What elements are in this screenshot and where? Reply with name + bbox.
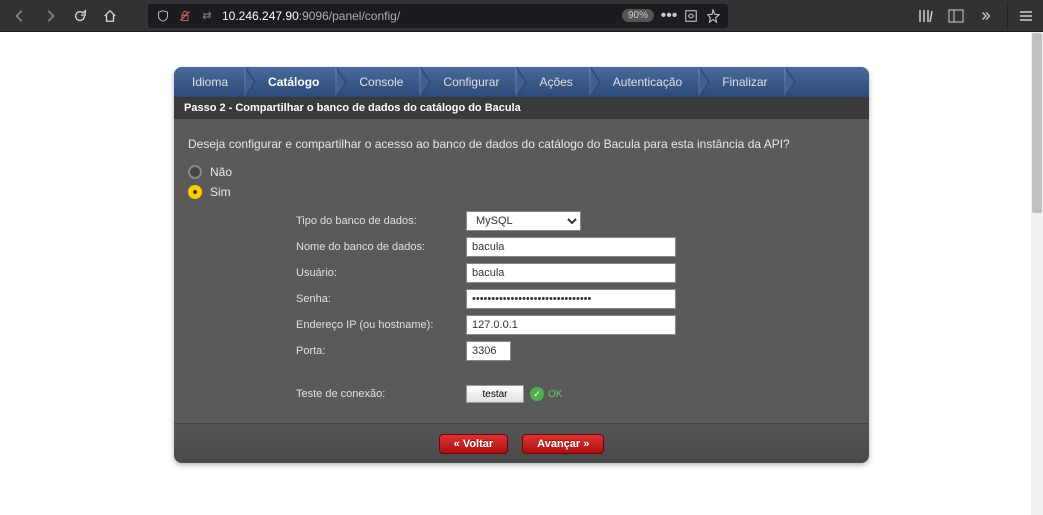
url-bar[interactable]: ⇄ 10.246.247.90:9096/panel/config/ 90% •… [148,4,728,28]
config-panel: Idioma Catálogo Console Configurar Ações… [174,67,869,463]
label-test: Teste de conexão: [296,388,466,400]
url-text: 10.246.247.90:9096/panel/config/ [222,9,614,23]
step-acoes[interactable]: Ações [515,67,588,97]
label-password: Senha: [296,293,466,305]
scrollbar[interactable] [1031,32,1043,515]
question-text: Deseja configurar e compartilhar o acess… [188,137,855,151]
sidebar-icon[interactable] [947,7,965,25]
step-title: Passo 2 - Compartilhar o banco de dados … [174,97,869,119]
step-autenticacao[interactable]: Autenticação [589,67,698,97]
panel-footer: « Voltar Avançar » [174,423,869,463]
step-catalogo[interactable]: Catálogo [244,67,335,97]
step-idioma[interactable]: Idioma [174,67,244,97]
menu-button[interactable] [1007,2,1035,30]
step-console[interactable]: Console [335,67,419,97]
radio-no-row[interactable]: Não [188,165,855,179]
right-toolbar [917,2,1035,30]
forward-button[interactable] [38,4,62,28]
back-button-footer[interactable]: « Voltar [439,434,509,454]
overflow-icon[interactable] [977,7,995,25]
radio-no[interactable] [188,165,202,179]
back-button[interactable] [8,4,32,28]
insecure-lock-icon [178,9,192,23]
scrollbar-thumb[interactable] [1032,33,1042,213]
shield-icon [156,9,170,23]
bookmark-icon[interactable] [706,9,720,23]
select-db-type[interactable]: MySQL [466,211,581,231]
label-user: Usuário: [296,267,466,279]
browser-toolbar: ⇄ 10.246.247.90:9096/panel/config/ 90% •… [0,0,1043,32]
next-button-footer[interactable]: Avançar » [522,434,604,454]
step-finalizar[interactable]: Finalizar [698,67,783,97]
radio-yes-row[interactable]: Sim [188,185,855,199]
input-db-name[interactable] [466,237,676,257]
reader-icon[interactable] [684,9,698,23]
reload-button[interactable] [68,4,92,28]
panel-body: Deseja configurar e compartilhar o acess… [174,119,869,423]
page-content: Idioma Catálogo Console Configurar Ações… [0,32,1043,515]
test-ok-badge: ✓ OK [530,387,562,401]
breadcrumb-steps: Idioma Catálogo Console Configurar Ações… [174,67,869,97]
label-db-type: Tipo do banco de dados: [296,215,466,227]
label-db-name: Nome do banco de dados: [296,241,466,253]
library-icon[interactable] [917,7,935,25]
input-host[interactable] [466,315,676,335]
step-configurar[interactable]: Configurar [419,67,515,97]
label-port: Porta: [296,345,466,357]
input-password[interactable] [466,289,676,309]
zoom-badge[interactable]: 90% [622,9,654,22]
radio-no-label: Não [210,165,232,179]
radio-yes[interactable] [188,185,202,199]
connection-icon: ⇄ [200,9,214,23]
input-user[interactable] [466,263,676,283]
form-grid: Tipo do banco de dados: MySQL Nome do ba… [296,211,855,403]
more-icon[interactable]: ••• [662,9,676,23]
radio-yes-label: Sim [210,185,231,199]
input-port[interactable] [466,341,511,361]
home-button[interactable] [98,4,122,28]
check-icon: ✓ [530,387,544,401]
ok-label: OK [548,389,562,400]
label-host: Endereço IP (ou hostname): [296,319,466,331]
test-button[interactable]: testar [466,385,524,403]
